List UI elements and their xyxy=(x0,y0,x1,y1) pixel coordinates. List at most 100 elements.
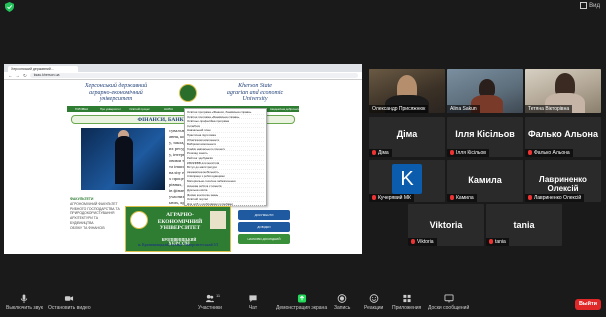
university-crest-logo xyxy=(179,84,197,102)
mute-label: Выключить звук xyxy=(6,305,43,311)
participant-name-text: tania xyxy=(495,239,506,245)
participant-name-text: Фалько Альона xyxy=(534,150,570,156)
site-title-en: Kherson State agrarian and economic Univ… xyxy=(215,83,295,103)
participant-display-name: Лавриненко Олексій xyxy=(539,175,587,193)
participant-tile[interactable]: Ілля Кісільов Ілля Кісільов xyxy=(447,117,523,157)
participant-tile[interactable]: Viktoria Viktoria xyxy=(408,204,484,246)
mic-muted-icon xyxy=(528,150,532,156)
participant-video-tile[interactable]: Тетяна Вікторівна xyxy=(525,69,601,113)
participant-tile[interactable]: tania tania xyxy=(486,204,562,246)
apps-button[interactable]: Приложения xyxy=(392,294,421,311)
record-button[interactable]: Запись xyxy=(334,294,350,311)
participant-name-text: Лавриненко Олексій xyxy=(534,195,582,201)
mic-muted-icon xyxy=(450,150,454,156)
site-nav-item[interactable]: ГОЛОВНА xyxy=(67,106,96,112)
chat-label: Чат xyxy=(248,305,258,311)
quick-links: ДОКУМЕНТИ ДОВІДКИ НАУКОВО-ДОСЛІДНИЙ xyxy=(238,210,290,246)
agri-address: м. Кропивницький, вулиця Університетськи… xyxy=(137,243,219,247)
shared-screen[interactable]: Херсонський державний... ← → ↻ ksau.kher… xyxy=(4,64,362,254)
mic-muted-icon xyxy=(372,150,376,156)
participant-tile[interactable]: K Кучерявий МК xyxy=(369,160,445,202)
mic-muted-icon xyxy=(450,195,454,201)
reactions-button[interactable]: Реакции xyxy=(364,294,383,311)
meeting-toolbar: Выключить звук Остановить видео Участник… xyxy=(0,291,606,317)
participant-name: Тетяна Вікторівна xyxy=(525,105,573,113)
record-icon xyxy=(337,294,347,303)
site-title-ua: Херсонський державний аграрно-економічни… xyxy=(71,83,161,103)
faculty-link[interactable]: АГРОНОМІЧНИЙ ФАКУЛЬТЕТ xyxy=(70,202,122,207)
site-header: Херсонський державний аграрно-економічни… xyxy=(67,80,299,106)
site-nav-item[interactable]: Про університет xyxy=(96,106,125,112)
participant-name: Діма xyxy=(369,149,392,157)
quick-link-button[interactable]: ДОКУМЕНТИ xyxy=(238,210,290,220)
microphone-icon xyxy=(21,294,28,303)
participant-tile[interactable]: Камила Камила xyxy=(447,160,523,202)
video-camera-icon xyxy=(65,296,74,301)
reactions-label: Реакции xyxy=(364,305,384,311)
browser-address-row: ← → ↻ ksau.kherson.ua xyxy=(4,72,362,80)
mic-muted-icon xyxy=(489,239,493,245)
participant-tile[interactable]: Діма Діма xyxy=(369,117,445,157)
reload-icon[interactable]: ↻ xyxy=(23,73,27,79)
participant-name: Олександр Присяжнюк xyxy=(369,105,429,113)
mic-muted-icon xyxy=(528,195,532,201)
chat-button[interactable]: Чат xyxy=(248,294,258,311)
share-screen-icon xyxy=(297,294,306,303)
participant-name: Лавриненко Олексій xyxy=(525,194,585,202)
participant-name: Фалько Альона xyxy=(525,149,573,157)
leave-meeting-button[interactable]: Выйти xyxy=(575,299,601,310)
back-arrow-icon[interactable]: ← xyxy=(8,73,13,78)
participant-tile[interactable]: Фалько Альона Фалько Альона xyxy=(525,117,601,157)
participant-name: Камила xyxy=(447,194,477,202)
quick-link-button[interactable]: НАУКОВО-ДОСЛІДНИЙ xyxy=(238,234,290,244)
participant-video-tile[interactable]: Alina Sakun xyxy=(447,69,523,113)
participant-display-name: tania xyxy=(513,220,535,230)
participant-name-text: Viktoria xyxy=(417,239,434,245)
agri-building-image xyxy=(210,211,226,229)
view-button[interactable]: Вид xyxy=(580,2,600,9)
participant-avatar: K xyxy=(392,164,422,194)
participant-name: tania xyxy=(486,238,509,246)
faculty-link[interactable]: АРХІТЕКТУРИ ТА БУДІВНИЦТВА xyxy=(70,216,122,226)
participant-display-name: Діма xyxy=(396,129,418,139)
security-shield-icon[interactable] xyxy=(5,2,14,12)
person-figure xyxy=(115,136,133,184)
participants-icon xyxy=(205,294,214,303)
agri-title-line: УНІВЕРСИТЕТ xyxy=(159,225,201,231)
site-title-ua-line: університет xyxy=(99,96,133,103)
site-nav-item[interactable]: Освітній процес xyxy=(125,106,154,112)
whiteboard-icon xyxy=(444,294,454,303)
whiteboards-button[interactable]: Доски сообщений xyxy=(428,294,469,311)
url-bar[interactable]: ksau.kherson.ua xyxy=(29,73,358,78)
reactions-smiley-icon xyxy=(369,294,378,303)
faculty-sidebar: ФАКУЛЬТЕТИ АГРОНОМІЧНИЙ ФАКУЛЬТЕТ РИБНОГ… xyxy=(70,197,122,231)
participant-name: Viktoria xyxy=(408,238,437,246)
site-nav-item[interactable]: НАУКА xyxy=(154,106,183,112)
share-screen-button[interactable]: Демонстрация экрана xyxy=(276,294,327,311)
participant-name: Ілля Кісільов xyxy=(447,149,489,157)
agri-crest-logo xyxy=(130,211,148,229)
video-label: Остановить видео xyxy=(48,305,91,311)
participant-display-name: Камила xyxy=(468,175,502,185)
faculty-link[interactable]: ОБЛІКУ ТА ФІНАНСІВ xyxy=(70,226,122,231)
forward-arrow-icon[interactable]: → xyxy=(16,73,21,78)
participant-name: Кучерявий МК xyxy=(369,194,414,202)
participant-tile[interactable]: Лавриненко Олексій Лавриненко Олексій xyxy=(525,160,601,202)
top-bar: Вид xyxy=(0,0,606,14)
participant-name-text: Ілля Кісільов xyxy=(456,150,486,156)
participant-name-text: Камила xyxy=(456,195,474,201)
apps-grid-icon xyxy=(403,294,411,303)
participant-video-tile[interactable]: Олександр Присяжнюк xyxy=(369,69,445,113)
browser-tab[interactable]: Херсонський державний... xyxy=(8,66,78,72)
stop-video-button[interactable]: Остановить видео xyxy=(48,294,91,311)
chat-bubble-icon xyxy=(249,295,257,303)
participant-name-text: Діма xyxy=(378,150,389,156)
browser-tab-strip: Херсонський державний... xyxy=(4,64,362,72)
quick-link-button[interactable]: ДОВІДКИ xyxy=(238,222,290,232)
program-dropdown-menu: Освітня програма «Фінанси, банківська сп… xyxy=(184,108,267,207)
mute-button[interactable]: Выключить звук xyxy=(6,294,43,311)
participants-button[interactable]: Участники 11 xyxy=(198,293,222,311)
site-title-en-line: University xyxy=(242,96,268,103)
site-nav-item[interactable]: Академічна доброчесність xyxy=(270,106,299,112)
mic-muted-icon xyxy=(372,195,376,201)
